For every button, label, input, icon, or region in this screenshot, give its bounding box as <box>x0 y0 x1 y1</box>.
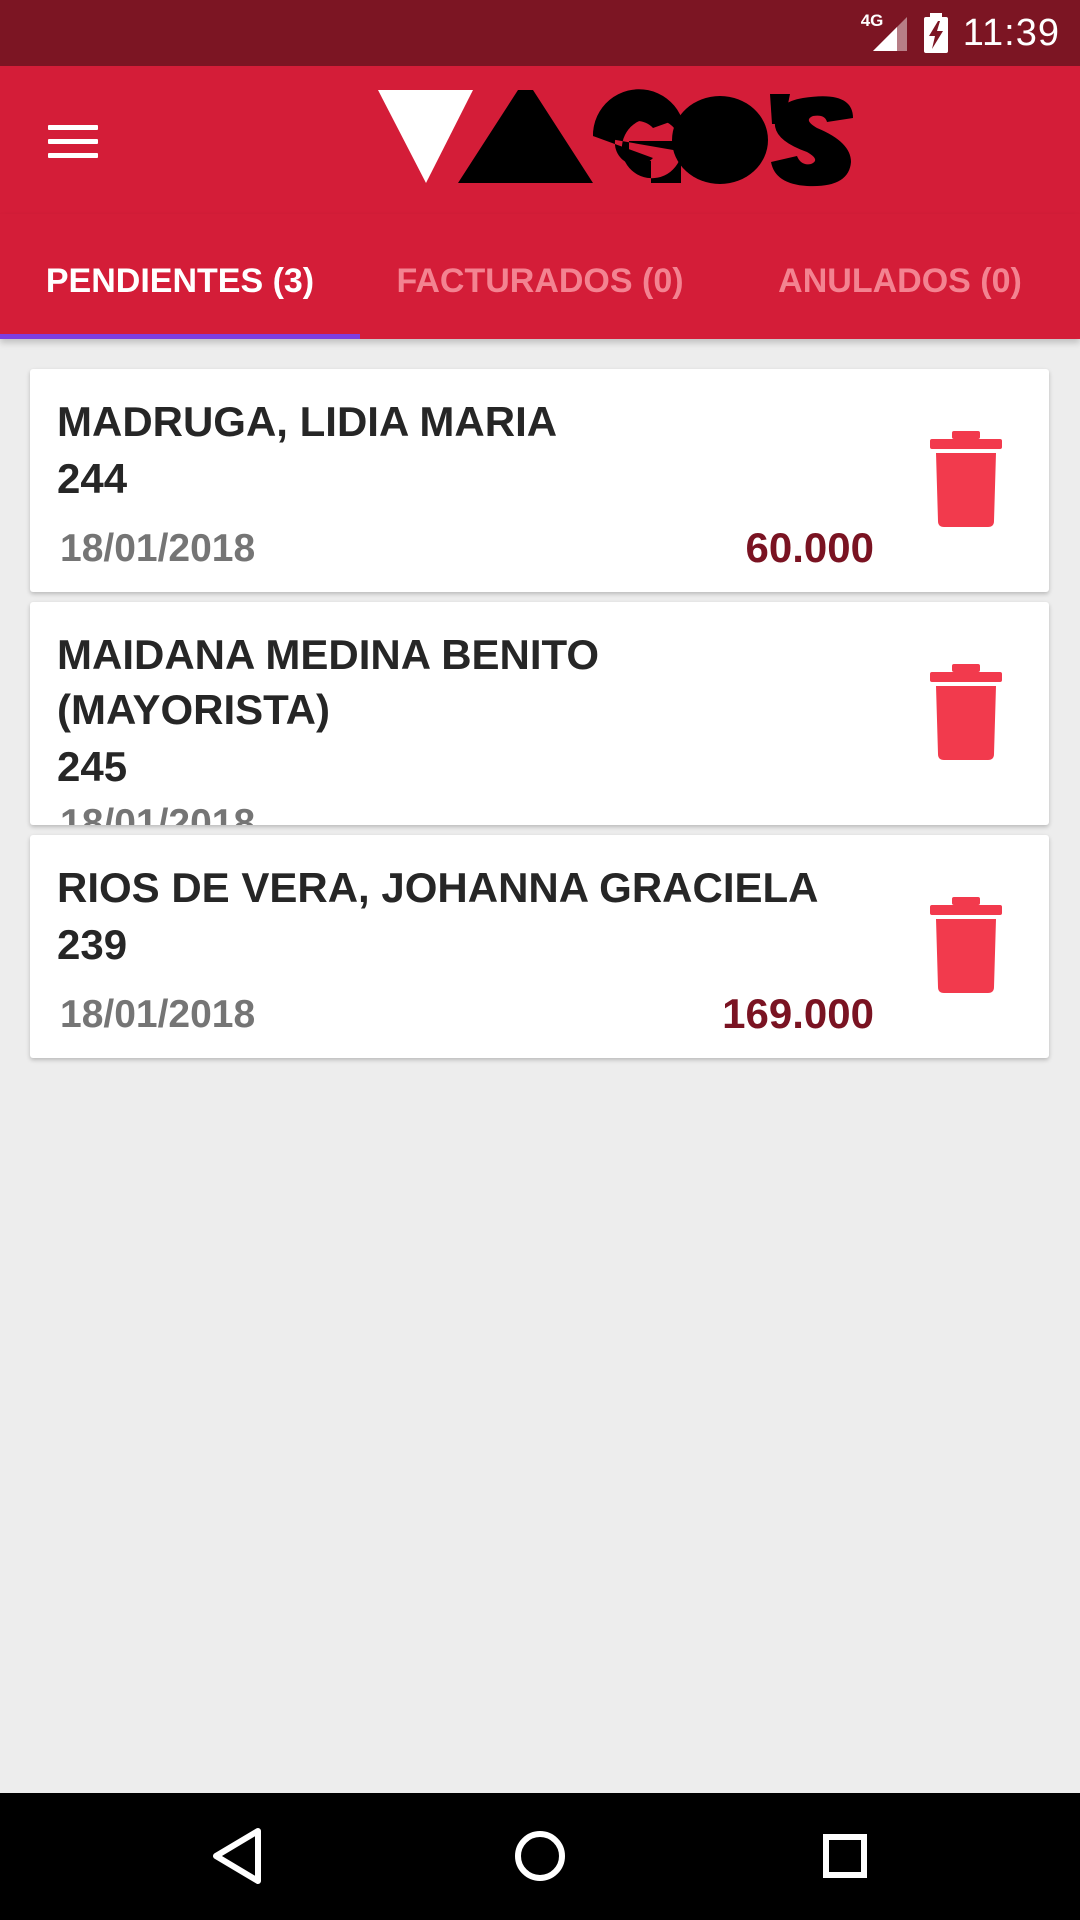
home-icon[interactable] <box>505 1821 575 1891</box>
recent-apps-icon[interactable] <box>810 1821 880 1891</box>
system-nav-bar <box>0 1793 1080 1920</box>
trash-icon[interactable] <box>930 431 1002 527</box>
order-amount: 169.000 <box>722 990 874 1037</box>
tab-anulados[interactable]: ANULADOS (0) <box>720 214 1080 339</box>
order-card[interactable]: MADRUGA, LIDIA MARIA 244 18/01/2018 60.0… <box>30 369 1049 592</box>
tab-facturados[interactable]: FACTURADOS (0) <box>360 214 720 339</box>
signal-icon: 4G <box>861 11 909 53</box>
order-card[interactable]: MAIDANA MEDINA BENITO (MAYORISTA) 245 18… <box>30 602 1049 825</box>
customer-name: MADRUGA, LIDIA MARIA <box>57 398 558 445</box>
order-code: 244 <box>57 455 128 502</box>
order-card[interactable]: RIOS DE VERA, JOHANNA GRACIELA 239 18/01… <box>30 835 1049 1058</box>
order-list: MADRUGA, LIDIA MARIA 244 18/01/2018 60.0… <box>30 369 1049 1068</box>
status-bar: 4G 11:39 <box>0 0 1080 66</box>
customer-name-block: RIOS DE VERA, JOHANNA GRACIELA 239 <box>57 860 877 975</box>
order-date: 18/01/2018 <box>60 993 256 1036</box>
tab-pendientes[interactable]: PENDIENTES (3) <box>0 214 360 339</box>
vagos-logo <box>378 89 853 187</box>
order-code: 239 <box>57 921 128 968</box>
order-code: 245 <box>57 743 128 790</box>
order-date: 18/01/2018 <box>60 527 256 570</box>
customer-name: MAIDANA MEDINA BENITO (MAYORISTA) <box>57 631 600 733</box>
back-icon[interactable] <box>202 1821 272 1891</box>
order-amount: 60.000 <box>745 524 874 571</box>
customer-name-block: MAIDANA MEDINA BENITO (MAYORISTA) 245 <box>57 627 877 797</box>
trash-icon[interactable] <box>930 664 1002 760</box>
hamburger-menu-icon[interactable] <box>34 106 112 176</box>
battery-charging-icon <box>923 13 948 53</box>
customer-name: RIOS DE VERA, JOHANNA GRACIELA <box>57 864 819 911</box>
trash-icon[interactable] <box>930 897 1002 993</box>
customer-name-block: MADRUGA, LIDIA MARIA 244 <box>57 394 877 509</box>
tab-bar: PENDIENTES (3) FACTURADOS (0) ANULADOS (… <box>0 214 1080 339</box>
order-date: 18/01/2018 <box>60 802 256 825</box>
clock: 11:39 <box>962 11 1060 54</box>
